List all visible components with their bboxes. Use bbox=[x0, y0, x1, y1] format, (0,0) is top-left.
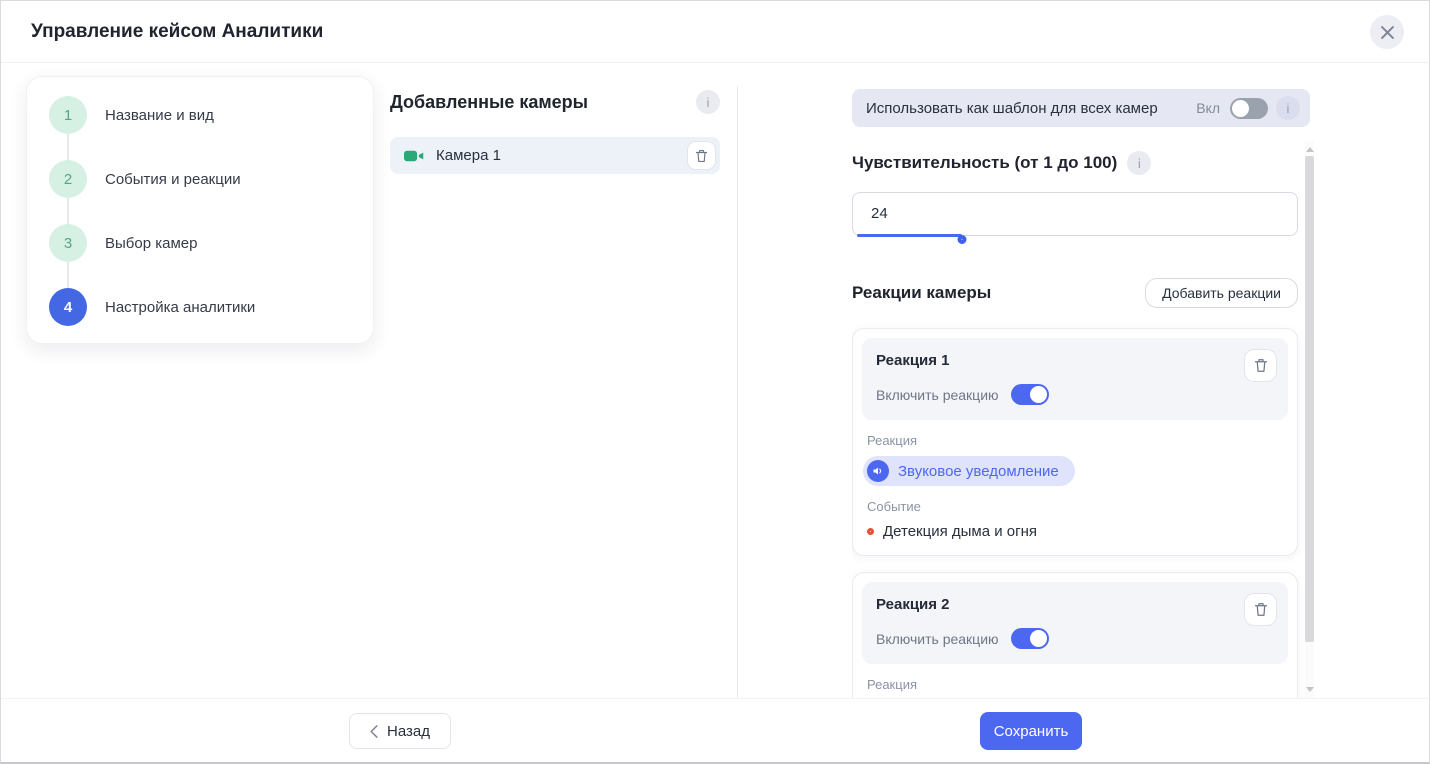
toggle-knob bbox=[1030, 630, 1047, 647]
settings-scroll-area: Чувствительность (от 1 до 100) i 24 Реак… bbox=[852, 141, 1324, 701]
close-button[interactable] bbox=[1370, 15, 1404, 49]
scrollbar-down-arrow[interactable] bbox=[1306, 687, 1314, 692]
step-4-badge: 4 bbox=[49, 288, 87, 326]
template-toggle-bar: Использовать как шаблон для всех камер В… bbox=[852, 89, 1310, 127]
trash-icon bbox=[1254, 602, 1268, 617]
camera-name: Камера 1 bbox=[436, 147, 501, 164]
step-connector bbox=[67, 134, 69, 160]
stepper-step-3[interactable]: 3 Выбор камер bbox=[49, 224, 373, 262]
back-button[interactable]: Назад bbox=[349, 713, 451, 749]
step-4-label: Настройка аналитики bbox=[105, 299, 255, 316]
sensitivity-slider[interactable] bbox=[857, 234, 1293, 237]
sensitivity-input[interactable]: 24 bbox=[852, 192, 1298, 236]
reaction-field-label: Реакция bbox=[867, 433, 1283, 448]
toggle-knob bbox=[1030, 386, 1047, 403]
enable-reaction-toggle[interactable] bbox=[1011, 628, 1049, 649]
reaction-card-header: Реакция 2 Включить реакцию bbox=[862, 582, 1288, 664]
manage-case-dialog: Управление кейсом Аналитики 1 Название и… bbox=[0, 0, 1430, 764]
enable-reaction-label: Включить реакцию bbox=[876, 631, 999, 647]
camera-icon bbox=[404, 149, 425, 163]
step-3-label: Выбор камер bbox=[105, 235, 197, 252]
trash-icon bbox=[1254, 358, 1268, 373]
sensitivity-value: 24 bbox=[871, 193, 888, 235]
stepper-card: 1 Название и вид 2 События и реакции 3 В… bbox=[26, 76, 374, 344]
dialog-header: Управление кейсом Аналитики bbox=[1, 1, 1429, 63]
step-2-label: События и реакции bbox=[105, 171, 241, 188]
reaction-title: Реакция 1 bbox=[876, 352, 1274, 369]
sensitivity-info-icon[interactable]: i bbox=[1127, 151, 1151, 175]
sensitivity-title: Чувствительность (от 1 до 100) bbox=[852, 153, 1117, 173]
dialog-footer: Назад Сохранить bbox=[1, 698, 1429, 762]
template-toggle-state-label: Вкл bbox=[1196, 100, 1220, 116]
enable-reaction-toggle[interactable] bbox=[1011, 384, 1049, 405]
step-connector bbox=[67, 198, 69, 224]
added-cameras-title: Добавленные камеры bbox=[390, 92, 588, 113]
step-2-badge: 2 bbox=[49, 160, 87, 198]
reaction-card-header: Реакция 1 Включить реакцию bbox=[862, 338, 1288, 420]
event-field-label: Событие bbox=[867, 499, 1283, 514]
template-toggle-label: Использовать как шаблон для всех камер bbox=[866, 100, 1158, 117]
delete-camera-button[interactable] bbox=[687, 141, 716, 170]
step-connector bbox=[67, 262, 69, 288]
close-icon bbox=[1381, 26, 1394, 39]
dialog-title: Управление кейсом Аналитики bbox=[31, 1, 323, 63]
sensitivity-slider-fill bbox=[857, 234, 962, 237]
save-button[interactable]: Сохранить bbox=[980, 712, 1082, 750]
scrollbar-up-arrow[interactable] bbox=[1306, 147, 1314, 152]
step-1-label: Название и вид bbox=[105, 107, 214, 124]
sensitivity-slider-handle[interactable] bbox=[957, 235, 966, 244]
camera-list-item[interactable]: Камера 1 bbox=[390, 137, 720, 174]
stepper-step-4[interactable]: 4 Настройка аналитики bbox=[49, 288, 373, 326]
step-1-badge: 1 bbox=[49, 96, 87, 134]
sound-icon bbox=[867, 460, 889, 482]
add-reactions-button[interactable]: Добавить реакции bbox=[1145, 278, 1298, 308]
event-text: Детекция дыма и огня bbox=[883, 523, 1037, 540]
reactions-title: Реакции камеры bbox=[852, 283, 991, 303]
scrollbar[interactable] bbox=[1305, 141, 1314, 701]
reaction-card-2: Реакция 2 Включить реакцию Реакция bbox=[852, 572, 1298, 701]
reaction-title: Реакция 2 bbox=[876, 596, 1274, 613]
chevron-left-icon bbox=[370, 725, 378, 738]
scrollbar-thumb[interactable] bbox=[1305, 156, 1314, 642]
trash-icon bbox=[695, 149, 708, 163]
cameras-info-icon[interactable]: i bbox=[696, 90, 720, 114]
reaction-field-label: Реакция bbox=[867, 677, 1283, 692]
added-cameras-panel: Добавленные камеры i Камера 1 bbox=[390, 89, 720, 174]
event-row: Детекция дыма и огня bbox=[867, 523, 1283, 540]
back-button-label: Назад bbox=[387, 723, 430, 740]
panel-divider bbox=[737, 86, 738, 701]
stepper-step-2[interactable]: 2 События и реакции bbox=[49, 160, 373, 198]
delete-reaction-button[interactable] bbox=[1244, 349, 1277, 382]
enable-reaction-label: Включить реакцию bbox=[876, 387, 999, 403]
template-info-icon[interactable]: i bbox=[1276, 96, 1300, 120]
reaction-type-text: Звуковое уведомление bbox=[898, 463, 1059, 480]
reaction-type-chip[interactable]: Звуковое уведомление bbox=[863, 456, 1075, 486]
template-toggle[interactable] bbox=[1230, 98, 1268, 119]
step-3-badge: 3 bbox=[49, 224, 87, 262]
toggle-knob bbox=[1232, 100, 1249, 117]
event-ring-icon bbox=[867, 528, 874, 535]
delete-reaction-button[interactable] bbox=[1244, 593, 1277, 626]
stepper-step-1[interactable]: 1 Название и вид bbox=[49, 96, 373, 134]
reaction-card-1: Реакция 1 Включить реакцию Реакция bbox=[852, 328, 1298, 556]
